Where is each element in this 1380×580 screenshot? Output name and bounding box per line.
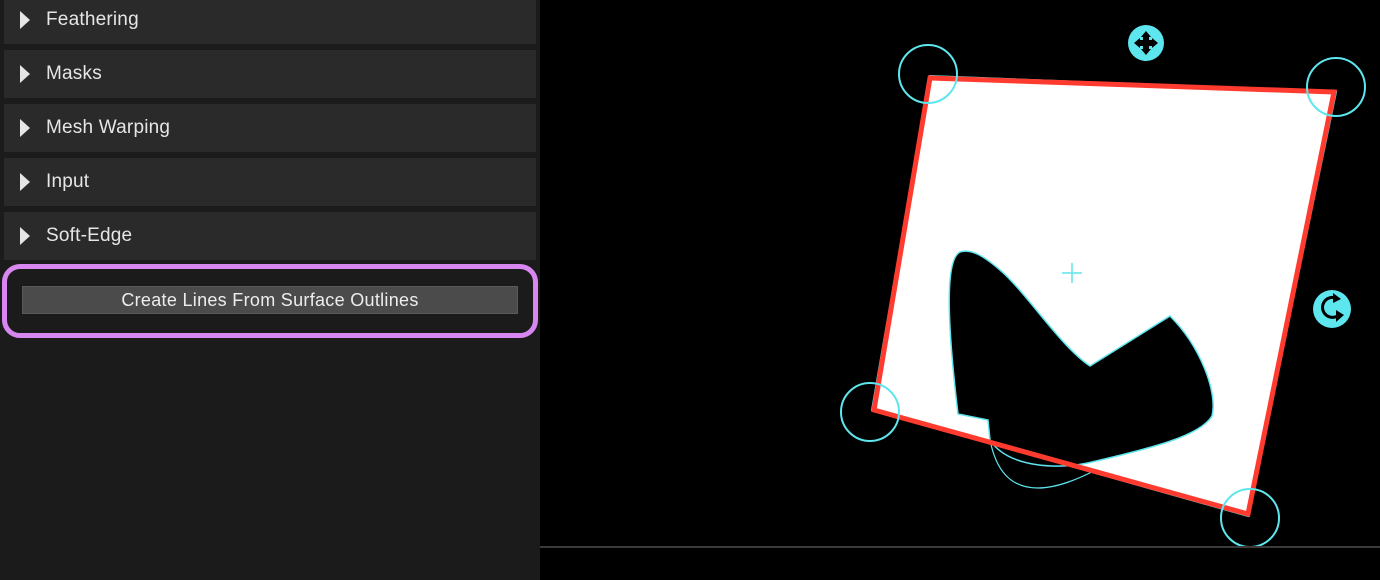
surface-canvas[interactable] [540, 0, 1380, 580]
viewport-baseline [540, 546, 1380, 548]
inspector-panel: Feathering Masks Mesh Warping Input Soft… [0, 0, 540, 580]
create-lines-from-surface-outlines-button[interactable]: Create Lines From Surface Outlines [22, 286, 518, 314]
disclosure-triangle-icon[interactable] [20, 119, 30, 137]
section-label: Masks [46, 63, 102, 84]
disclosure-triangle-icon[interactable] [20, 173, 30, 191]
app-window: Feathering Masks Mesh Warping Input Soft… [0, 0, 1380, 580]
section-label: Feathering [46, 9, 139, 30]
section-label: Mesh Warping [46, 117, 171, 138]
disclosure-triangle-icon[interactable] [20, 65, 30, 83]
section-input[interactable]: Input [4, 158, 536, 206]
rotate-icon[interactable] [1313, 290, 1351, 328]
section-label: Input [46, 171, 90, 192]
move-icon[interactable] [1128, 25, 1164, 61]
section-feathering[interactable]: Feathering [4, 0, 536, 44]
disclosure-triangle-icon[interactable] [20, 11, 30, 29]
corner-handle-top-right[interactable] [1306, 57, 1366, 117]
section-mesh-warping[interactable]: Mesh Warping [4, 104, 536, 152]
section-soft-edge[interactable]: Soft-Edge [4, 212, 536, 260]
canvas-viewport[interactable] [540, 0, 1380, 580]
disclosure-triangle-icon[interactable] [20, 227, 30, 245]
section-label: Soft-Edge [46, 225, 133, 246]
section-masks[interactable]: Masks [4, 50, 536, 98]
